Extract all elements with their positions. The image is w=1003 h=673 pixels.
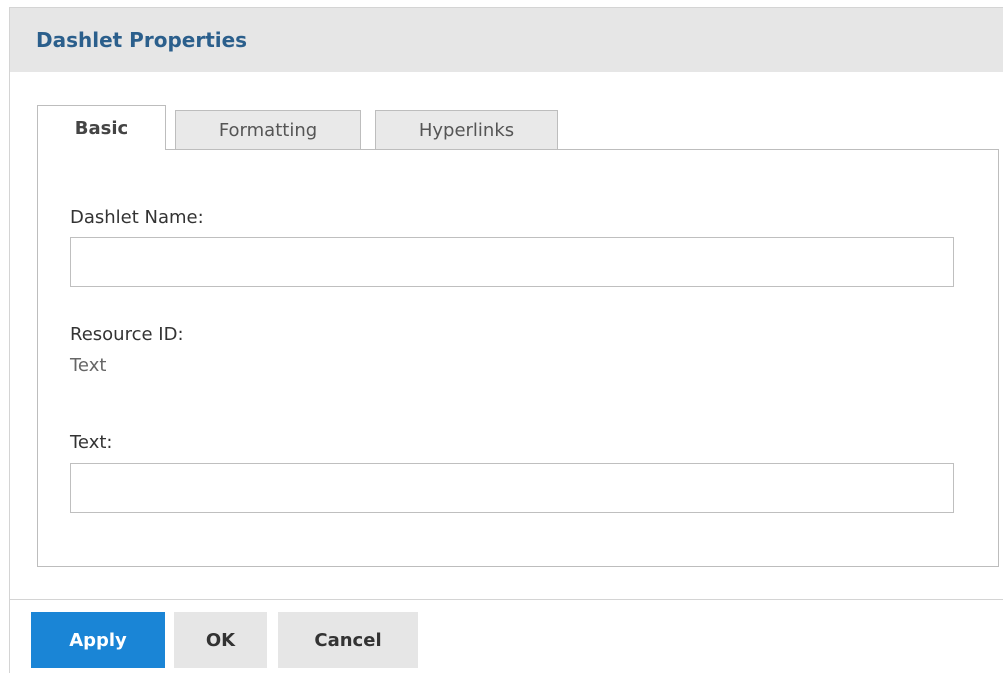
dashlet-properties-dialog: Dashlet Properties Basic Formatting Hype… [9, 7, 1003, 673]
ok-button[interactable]: OK [174, 612, 267, 668]
footer-divider [10, 599, 1003, 600]
tab-panel-basic: Dashlet Name: Resource ID: Text Text: [37, 149, 999, 567]
text-label: Text: [70, 432, 113, 453]
resource-id-label: Resource ID: [70, 324, 184, 345]
text-input[interactable] [70, 463, 954, 513]
cancel-button[interactable]: Cancel [278, 612, 418, 668]
dialog-titlebar: Dashlet Properties [10, 8, 1003, 72]
dashlet-name-input[interactable] [70, 237, 954, 287]
tab-hyperlinks[interactable]: Hyperlinks [375, 110, 558, 150]
apply-button[interactable]: Apply [31, 612, 165, 668]
dialog-title: Dashlet Properties [36, 28, 248, 52]
resource-id-value: Text [70, 355, 107, 376]
tab-formatting[interactable]: Formatting [175, 110, 361, 150]
dashlet-name-label: Dashlet Name: [70, 207, 204, 228]
tab-basic[interactable]: Basic [37, 105, 166, 150]
